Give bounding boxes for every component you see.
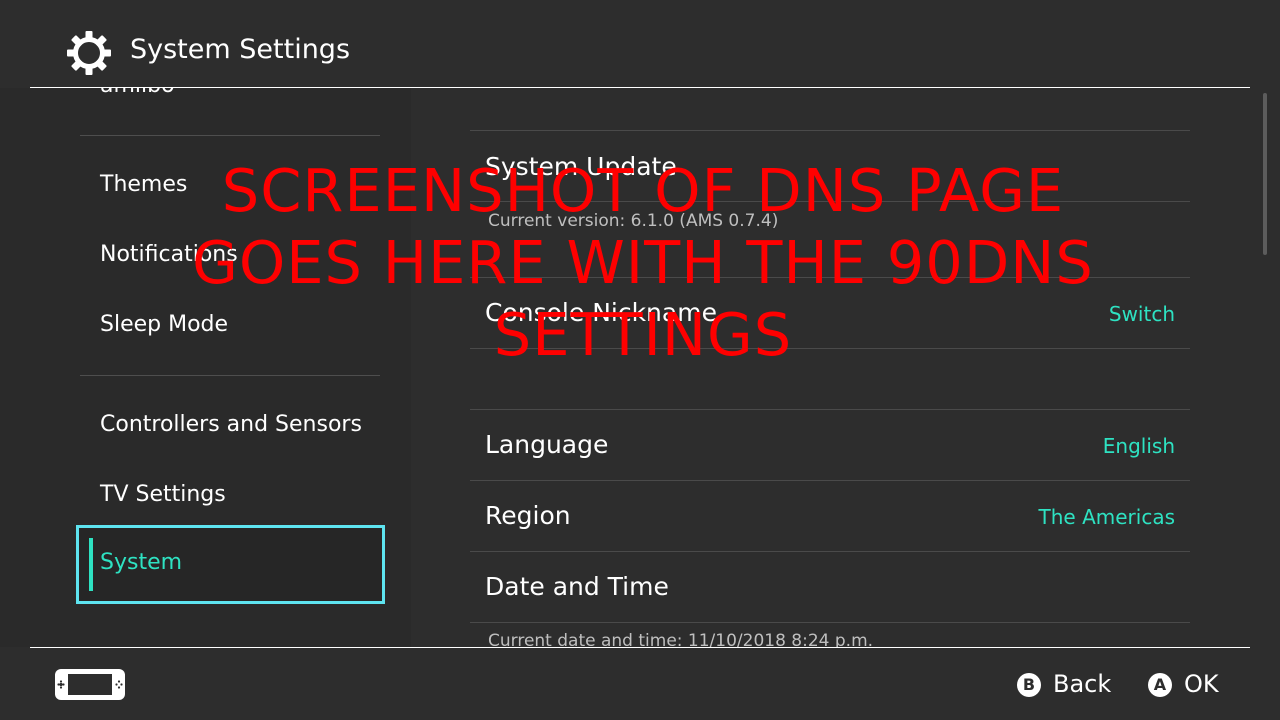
console-icon xyxy=(55,669,125,700)
scrollbar[interactable] xyxy=(1263,93,1267,255)
content-divider xyxy=(470,551,1190,552)
content-divider xyxy=(470,622,1190,623)
footer: B Back A OK xyxy=(0,648,1280,720)
b-button-icon: B xyxy=(1017,673,1041,697)
sidebar-divider xyxy=(80,135,380,136)
region-row[interactable]: Region xyxy=(485,501,571,530)
system-update-version: Current version: 6.1.0 (AMS 0.7.4) xyxy=(488,211,779,231)
content-divider xyxy=(470,130,1190,131)
back-button-label: Back xyxy=(1053,670,1112,698)
content-divider xyxy=(470,480,1190,481)
content-divider xyxy=(470,348,1190,349)
header: System Settings xyxy=(0,0,1280,88)
console-nickname-row[interactable]: Console Nickname xyxy=(485,298,717,327)
sidebar-item-tv-settings[interactable]: TV Settings xyxy=(100,482,226,507)
sidebar-item-label: System xyxy=(100,550,183,575)
a-button-icon: A xyxy=(1148,673,1172,697)
settings-content: System Update Current version: 6.1.0 (AM… xyxy=(411,88,1254,647)
system-update-row[interactable]: System Update xyxy=(485,152,677,181)
ok-button-label: OK xyxy=(1184,670,1219,698)
current-date-time: Current date and time: 11/10/2018 8:24 p… xyxy=(488,631,874,647)
region-value: The Americas xyxy=(1038,505,1175,529)
console-nickname-value: Switch xyxy=(1108,302,1175,326)
content-divider xyxy=(470,409,1190,410)
page-title: System Settings xyxy=(130,34,351,65)
sidebar-item-amiibo[interactable]: amiibo xyxy=(100,88,175,98)
sidebar-divider xyxy=(80,375,380,376)
selection-indicator xyxy=(89,538,93,591)
sidebar-item-notifications[interactable]: Notifications xyxy=(100,242,238,267)
sidebar-item-themes[interactable]: Themes xyxy=(100,172,187,197)
sidebar: amiibo Themes Notifications Sleep Mode C… xyxy=(0,88,411,647)
sidebar-item-sleep-mode[interactable]: Sleep Mode xyxy=(100,312,228,337)
language-row[interactable]: Language xyxy=(485,430,608,459)
content-divider xyxy=(470,277,1190,278)
gear-icon xyxy=(67,31,111,75)
language-value: English xyxy=(1102,434,1175,458)
sidebar-item-system[interactable]: System xyxy=(76,525,385,604)
date-and-time-row[interactable]: Date and Time xyxy=(485,572,669,601)
sidebar-item-controllers-and-sensors[interactable]: Controllers and Sensors xyxy=(100,412,362,437)
content-divider xyxy=(470,201,1190,202)
